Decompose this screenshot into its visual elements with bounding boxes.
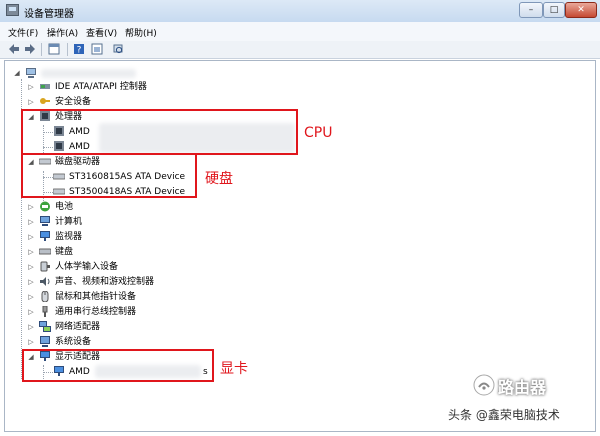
expand-icon[interactable]: ▷ <box>27 233 35 241</box>
menu-file[interactable]: 文件(F) <box>8 26 38 39</box>
keyboard-icon <box>39 248 51 255</box>
monitor-icon <box>40 231 50 241</box>
disk-highlight-box <box>21 153 197 198</box>
device-manager-icon <box>6 4 19 16</box>
system-device-icon <box>40 336 50 347</box>
tree-item-computer[interactable]: ▷ 计算机 <box>27 215 207 229</box>
forward-icon[interactable] <box>24 43 36 55</box>
menu-view[interactable]: 查看(V) <box>86 26 117 39</box>
router-logo-icon <box>473 374 495 396</box>
gpu-highlight-box <box>22 349 214 382</box>
tree-item-security[interactable]: ▷ 安全设备 <box>27 95 207 109</box>
menu-help[interactable]: 帮助(H) <box>125 26 157 39</box>
svg-text:?: ? <box>77 46 82 56</box>
gpu-annotation: 显卡 <box>220 361 248 377</box>
tree-item-label: 通用串行总线控制器 <box>55 307 137 317</box>
computer-icon <box>26 68 36 78</box>
expand-icon[interactable]: ▷ <box>27 308 35 316</box>
menu-bar: 文件(F) 操作(A) 查看(V) 帮助(H) <box>0 22 600 42</box>
watermark-brand: 路由器 <box>498 378 547 397</box>
expand-icon[interactable]: ▷ <box>27 323 35 331</box>
expand-icon[interactable]: ▷ <box>27 338 35 346</box>
expand-icon[interactable]: ▷ <box>27 98 35 106</box>
expand-icon[interactable]: ▷ <box>27 278 35 286</box>
toolbar-separator <box>41 43 42 56</box>
watermark-credit: 头条 @鑫荣电脑技术 <box>448 408 560 422</box>
tree-item-label: 监视器 <box>55 232 83 242</box>
expand-icon[interactable]: ▷ <box>27 263 35 271</box>
tree-item-label: 系统设备 <box>55 337 92 347</box>
tree-item-label: 人体学输入设备 <box>55 262 119 272</box>
usb-icon <box>42 306 48 317</box>
tree-item-label: 电池 <box>55 202 74 212</box>
tree-item-label: 计算机 <box>55 217 83 227</box>
expand-icon[interactable]: ▷ <box>27 203 35 211</box>
tree-item-label: IDE ATA/ATAPI 控制器 <box>55 82 147 92</box>
expand-icon[interactable]: ▷ <box>27 218 35 226</box>
tree-item-hid[interactable]: ▷ 人体学输入设备 <box>27 260 207 274</box>
tree-item-system[interactable]: ▷ 系统设备 <box>27 335 207 349</box>
ide-controller-icon <box>40 84 50 89</box>
back-icon[interactable] <box>8 43 20 55</box>
toolbar: ? <box>0 41 600 59</box>
expand-icon[interactable]: ▷ <box>27 83 35 91</box>
menu-action[interactable]: 操作(A) <box>47 26 78 39</box>
tree-item-label: 键盘 <box>55 247 74 257</box>
window-title: 设备管理器 <box>24 9 74 20</box>
tree-root[interactable]: ◢ <box>11 66 141 80</box>
tree-item-ide[interactable]: ▷ IDE ATA/ATAPI 控制器 <box>27 80 207 94</box>
tree-item-label: 声音、视频和游戏控制器 <box>55 277 155 287</box>
maximize-button[interactable]: □ <box>543 2 565 18</box>
sound-icon <box>40 277 50 286</box>
tree-item-mouse[interactable]: ▷ 鼠标和其他指针设备 <box>27 290 227 304</box>
battery-icon <box>40 201 50 212</box>
tree-item-network[interactable]: ▷ 网络适配器 <box>27 320 207 334</box>
cpu-highlight-box <box>21 109 298 155</box>
toolbar-separator <box>67 43 68 56</box>
security-device-icon <box>40 98 50 104</box>
scan-hardware-icon[interactable] <box>112 43 124 55</box>
hid-icon <box>40 261 50 272</box>
tree-item-monitor[interactable]: ▷ 监视器 <box>27 230 207 244</box>
disk-annotation: 硬盘 <box>205 171 233 187</box>
expand-icon[interactable]: ▷ <box>27 248 35 256</box>
title-bar: 设备管理器 – □ ✕ <box>0 0 600 23</box>
cpu-annotation: CPU <box>304 125 333 141</box>
tree-item-label: 网络适配器 <box>55 322 101 332</box>
help-icon[interactable]: ? <box>73 43 85 55</box>
tree-item-label: 安全设备 <box>55 97 92 107</box>
tree-item-keyboard[interactable]: ▷ 键盘 <box>27 245 207 259</box>
mouse-icon <box>41 291 49 302</box>
tree-item-sound[interactable]: ▷ 声音、视频和游戏控制器 <box>27 275 227 289</box>
tree-item-usb[interactable]: ▷ 通用串行总线控制器 <box>27 305 227 319</box>
minimize-button[interactable]: – <box>519 2 543 18</box>
network-icon <box>39 321 51 332</box>
view-icon[interactable] <box>91 43 103 55</box>
properties-icon[interactable] <box>48 43 60 55</box>
close-button[interactable]: ✕ <box>565 2 597 18</box>
computer-icon <box>40 216 50 226</box>
collapse-icon[interactable]: ◢ <box>13 69 21 77</box>
tree-item-label: 鼠标和其他指针设备 <box>55 292 137 302</box>
expand-icon[interactable]: ▷ <box>27 293 35 301</box>
redacted-computer-name <box>41 69 136 78</box>
tree-item-battery[interactable]: ▷ 电池 <box>27 200 207 214</box>
